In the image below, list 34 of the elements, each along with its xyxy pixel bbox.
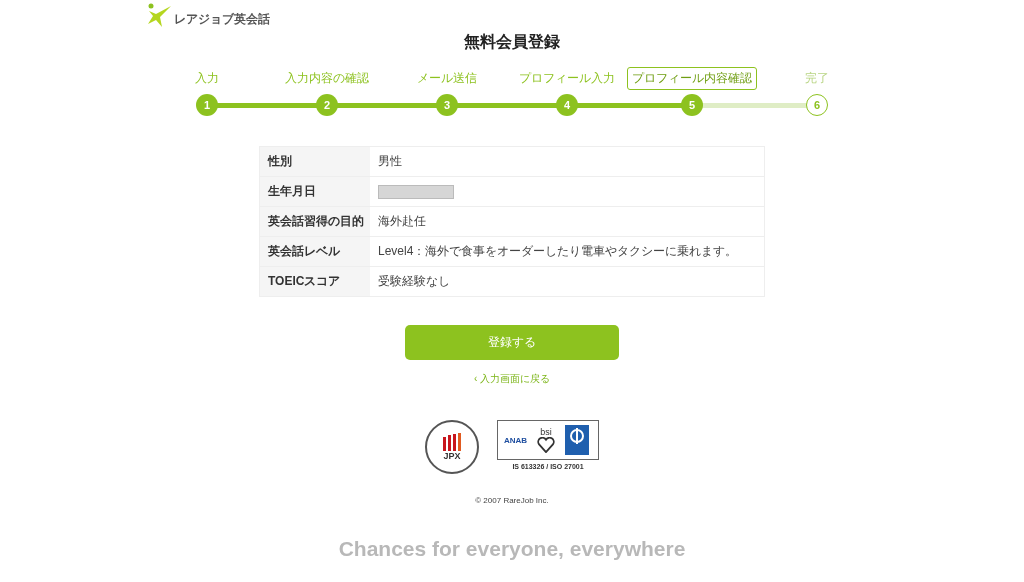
register-button[interactable]: 登録する (405, 325, 619, 360)
field-value: 海外赴任 (378, 213, 426, 230)
step-number: 2 (316, 94, 338, 116)
star-logo-icon (147, 3, 173, 29)
field-label: 英会話習得の目的 (268, 213, 364, 230)
back-link[interactable]: ‹ 入力画面に戻る (473, 372, 551, 386)
copyright: © 2007 RareJob Inc. (475, 496, 549, 505)
page-title: 無料会員登録 (464, 32, 560, 52)
step-number: 6 (806, 94, 828, 116)
step-label: プロフィール入力 (519, 69, 615, 87)
field-label: TOEICスコア (268, 273, 341, 290)
bars-icon (442, 433, 462, 451)
field-value: 受験経験なし (378, 273, 450, 290)
anab-text: ANAB (504, 435, 528, 445)
step-number: 3 (436, 94, 458, 116)
step-number: 1 (196, 94, 218, 116)
heart-icon (537, 436, 556, 453)
bsi-text: bsi (540, 427, 552, 437)
step-number: 5 (681, 94, 703, 116)
step-label: 入力内容の確認 (285, 69, 369, 87)
isms-icon (565, 425, 590, 455)
logo-text: レアジョブ英会話 (174, 10, 270, 28)
field-label: 生年月日 (268, 183, 316, 200)
field-value: Level4：海外で食事をオーダーしたり電車やタクシーに乗れます。 (378, 243, 738, 260)
step-label: メール送信 (417, 69, 477, 87)
field-value: 男性 (378, 153, 402, 170)
step-label: 入力 (195, 69, 219, 87)
step-label-bubble: プロフィール内容確認 (627, 66, 757, 90)
step-number: 4 (556, 94, 578, 116)
field-label: 性別 (268, 153, 292, 170)
field-label: 英会話レベル (268, 243, 340, 260)
tagline: Chances for everyone, everywhere (338, 537, 686, 561)
jpx-text: JPX (443, 451, 461, 461)
step-label: 完了 (805, 69, 829, 87)
